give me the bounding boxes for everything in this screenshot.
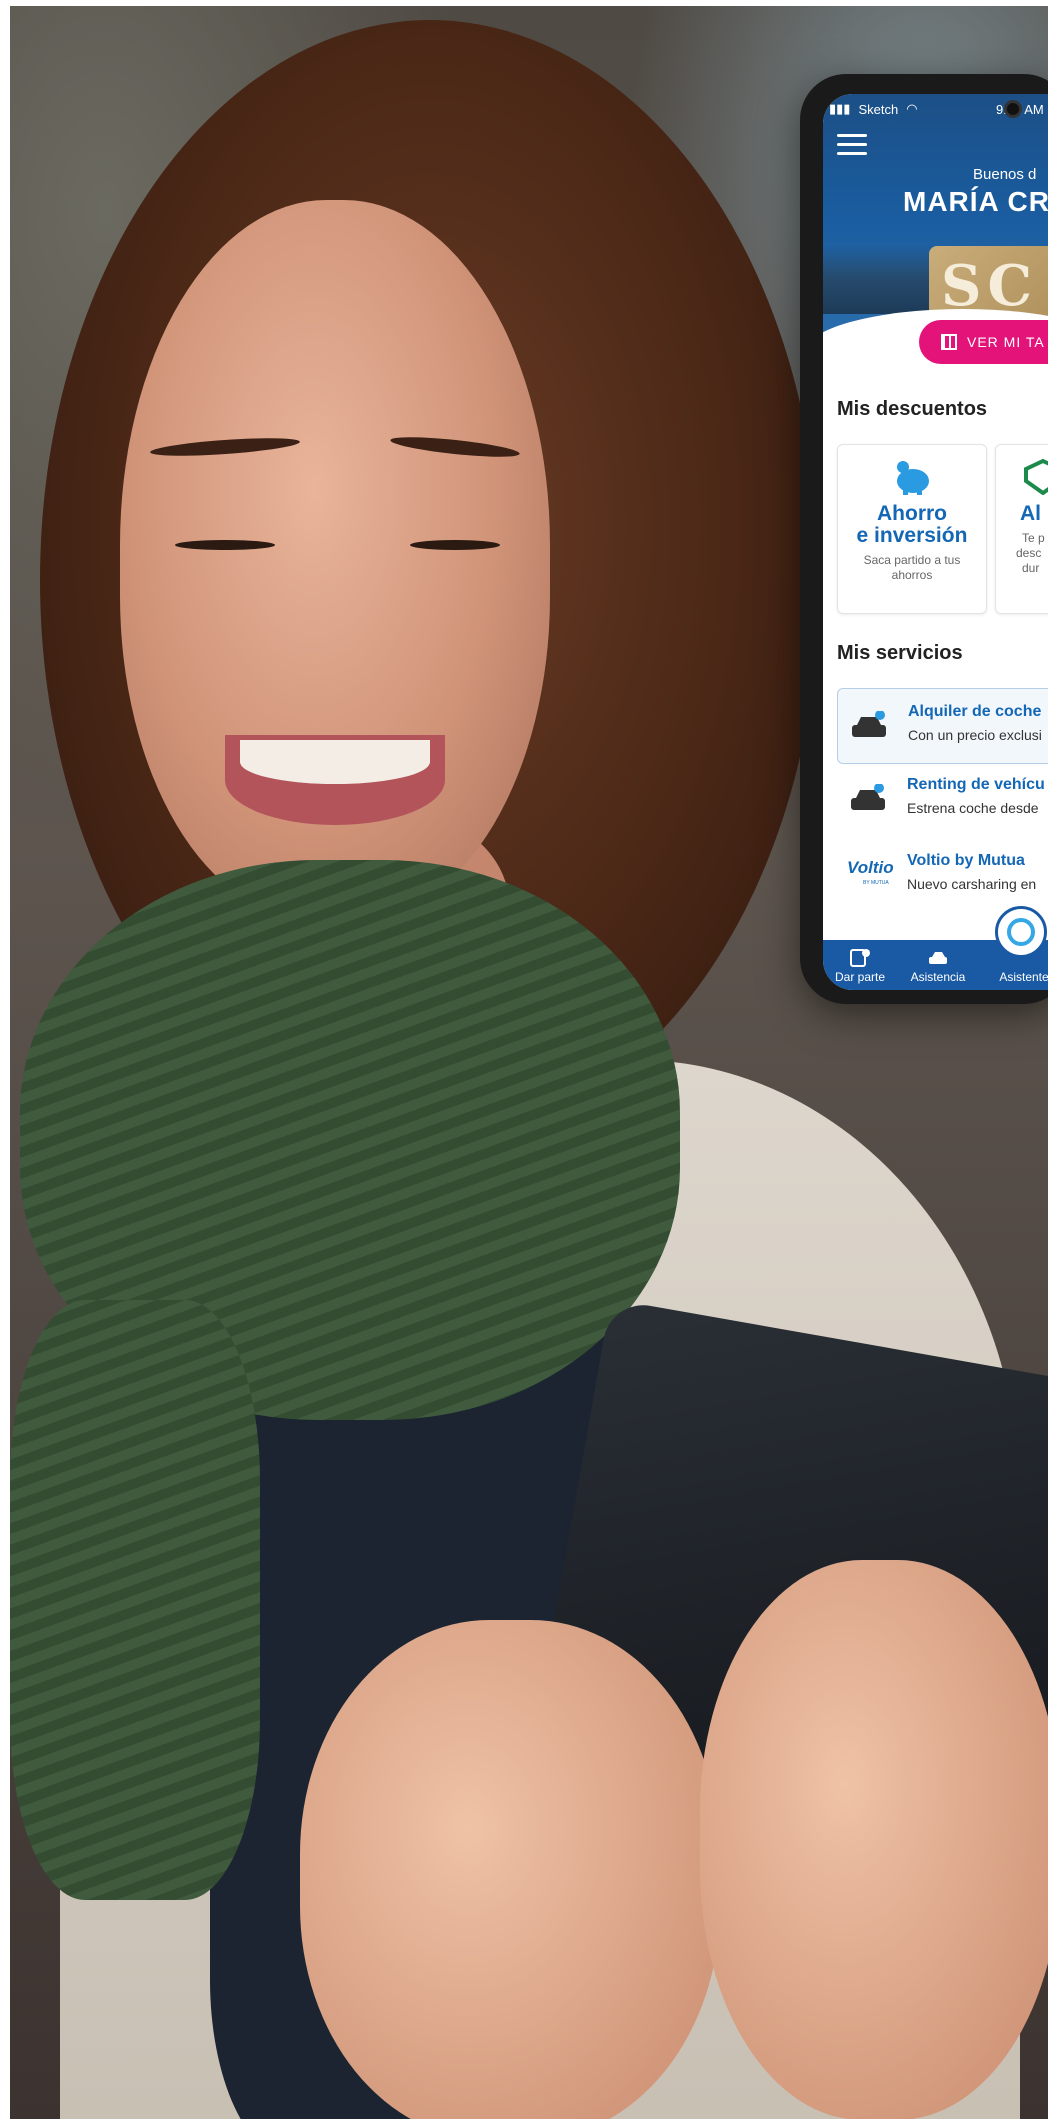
service-subtitle: Nuevo carsharing en: [907, 876, 1037, 892]
voltio-logo: Voltio: [847, 858, 894, 877]
discounts-heading: Mis descuentos: [837, 398, 988, 420]
tile-desc-line2: ahorros: [891, 568, 933, 582]
app-screen: ▮▮▮ Sketch ◠ 9:41 AM Buenos d MARÍA CR S…: [823, 94, 1048, 990]
services-heading: Mis servicios: [837, 642, 963, 664]
view-card-button[interactable]: VER MI TA: [919, 320, 1048, 364]
tile-title-line2: e inversión: [856, 524, 968, 547]
nav-report-claim[interactable]: Dar parte: [823, 940, 897, 990]
service-car-rental[interactable]: Alquiler de coche Con un precio exclusi: [837, 688, 1048, 764]
shield-icon: [1024, 459, 1048, 495]
greeting: Buenos d: [973, 166, 1037, 183]
tow-car-icon: [929, 952, 947, 964]
tile-desc-line1: Te p: [1022, 531, 1045, 545]
car-rental-icon: [852, 711, 886, 737]
nav-label: Dar parte: [834, 970, 886, 984]
service-subtitle: Estrena coche desde: [907, 800, 1039, 816]
tile-desc-line3: dur: [1022, 561, 1040, 575]
signal-icon: ▮▮▮: [829, 101, 851, 116]
nav-assistance[interactable]: Asistencia: [897, 940, 979, 990]
wifi-icon: ◠: [906, 101, 918, 116]
service-voltio[interactable]: Voltio BY MUTUA Voltio by Mutua Nuevo ca…: [837, 838, 1048, 912]
top-border: [0, 0, 1048, 6]
right-eye: [410, 540, 500, 550]
voltio-logo-sub: BY MUTUA: [863, 880, 889, 886]
tile-desc-line2: desc: [1016, 546, 1042, 560]
report-icon: [850, 949, 870, 967]
car-renting-icon: [851, 784, 885, 810]
service-car-renting[interactable]: Renting de vehícu Estrena coche desde: [837, 762, 1048, 836]
tile-title-line1: Al: [1020, 502, 1041, 525]
front-camera: [1004, 100, 1022, 118]
nav-label: Asistente: [999, 970, 1048, 984]
left-border: [0, 0, 10, 2119]
nav-label: Asistencia: [910, 970, 966, 984]
virtual-assistant-icon[interactable]: [995, 906, 1047, 958]
tile-title-line1: Ahorro: [877, 502, 947, 525]
left-hand: [300, 1620, 720, 2119]
discount-tile-second[interactable]: Al Te p desc dur: [995, 444, 1048, 614]
service-title: Voltio by Mutua: [907, 852, 1025, 869]
service-title: Renting de vehícu: [907, 776, 1045, 793]
tile-desc-line1: Saca partido a tus: [863, 553, 961, 567]
service-title: Alquiler de coche: [908, 703, 1042, 720]
carrier-name: Sketch: [858, 101, 899, 117]
discount-tile-savings[interactable]: Ahorro e inversión Saca partido a tus ah…: [837, 444, 987, 614]
green-scarf-tail: [10, 1300, 260, 1900]
left-eye: [175, 540, 275, 550]
service-subtitle: Con un precio exclusi: [908, 727, 1042, 743]
qr-code-icon: [941, 334, 957, 350]
view-card-label: VER MI TA: [967, 334, 1045, 350]
teeth: [240, 740, 430, 784]
user-name: MARÍA CR: [903, 186, 1048, 217]
piggy-bank-icon: [897, 461, 929, 495]
hamburger-menu-icon[interactable]: [837, 134, 867, 156]
right-hand: [700, 1560, 1048, 2119]
